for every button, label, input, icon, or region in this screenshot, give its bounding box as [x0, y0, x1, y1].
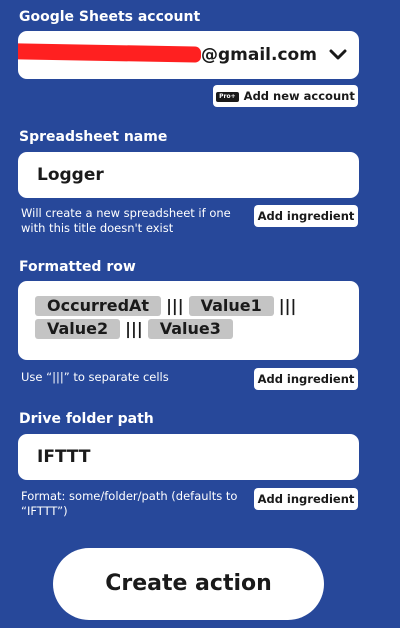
spreadsheet-name-label: Spreadsheet name: [19, 129, 168, 145]
account-select[interactable]: @gmail.com: [18, 31, 359, 79]
formatted-row-label: Formatted row: [19, 259, 136, 275]
drive-folder-label: Drive folder path: [19, 411, 154, 427]
drive-folder-helper-text: Format: some/folder/path (defaults to “I…: [21, 489, 238, 518]
row-add-ingredient-button[interactable]: Add ingredient: [254, 368, 358, 390]
email-domain: @gmail.com: [201, 45, 317, 65]
drive-folder-value: IFTTT: [37, 447, 91, 467]
account-label: Google Sheets account: [19, 9, 201, 25]
cell-separator: |||: [166, 296, 184, 315]
drive-folder-input[interactable]: IFTTT: [18, 434, 359, 480]
redacted-email-name: [18, 43, 201, 63]
ingredient-pill[interactable]: Value2: [35, 319, 121, 339]
formatted-row-content: OccurredAt ||| Value1 ||| Value2 ||| Value3: [33, 294, 348, 340]
spreadsheet-name-value: Logger: [37, 165, 104, 185]
cell-separator: |||: [125, 319, 143, 338]
pro-plus-badge: Pro+: [216, 91, 239, 102]
formatted-row-input[interactable]: OccurredAt ||| Value1 ||| Value2 ||| Value3: [18, 281, 359, 360]
create-action-button[interactable]: Create action: [53, 548, 324, 620]
add-new-account-button[interactable]: Pro+ Add new account: [213, 85, 358, 107]
spreadsheet-helper-text: Will create a new spreadsheet if one wit…: [21, 206, 231, 235]
spreadsheet-add-ingredient-button[interactable]: Add ingredient: [254, 205, 358, 227]
spreadsheet-name-input[interactable]: Logger: [18, 152, 359, 198]
ingredient-pill[interactable]: Value3: [147, 319, 233, 339]
folder-add-ingredient-button[interactable]: Add ingredient: [254, 488, 358, 510]
cell-separator: |||: [278, 296, 297, 315]
chevron-down-icon: [329, 49, 347, 60]
ingredient-pill[interactable]: Value1: [188, 296, 274, 316]
add-new-account-label: Add new account: [243, 89, 355, 103]
ingredient-pill[interactable]: OccurredAt: [35, 296, 162, 316]
formatted-row-helper-text: Use “|||” to separate cells: [21, 370, 169, 384]
